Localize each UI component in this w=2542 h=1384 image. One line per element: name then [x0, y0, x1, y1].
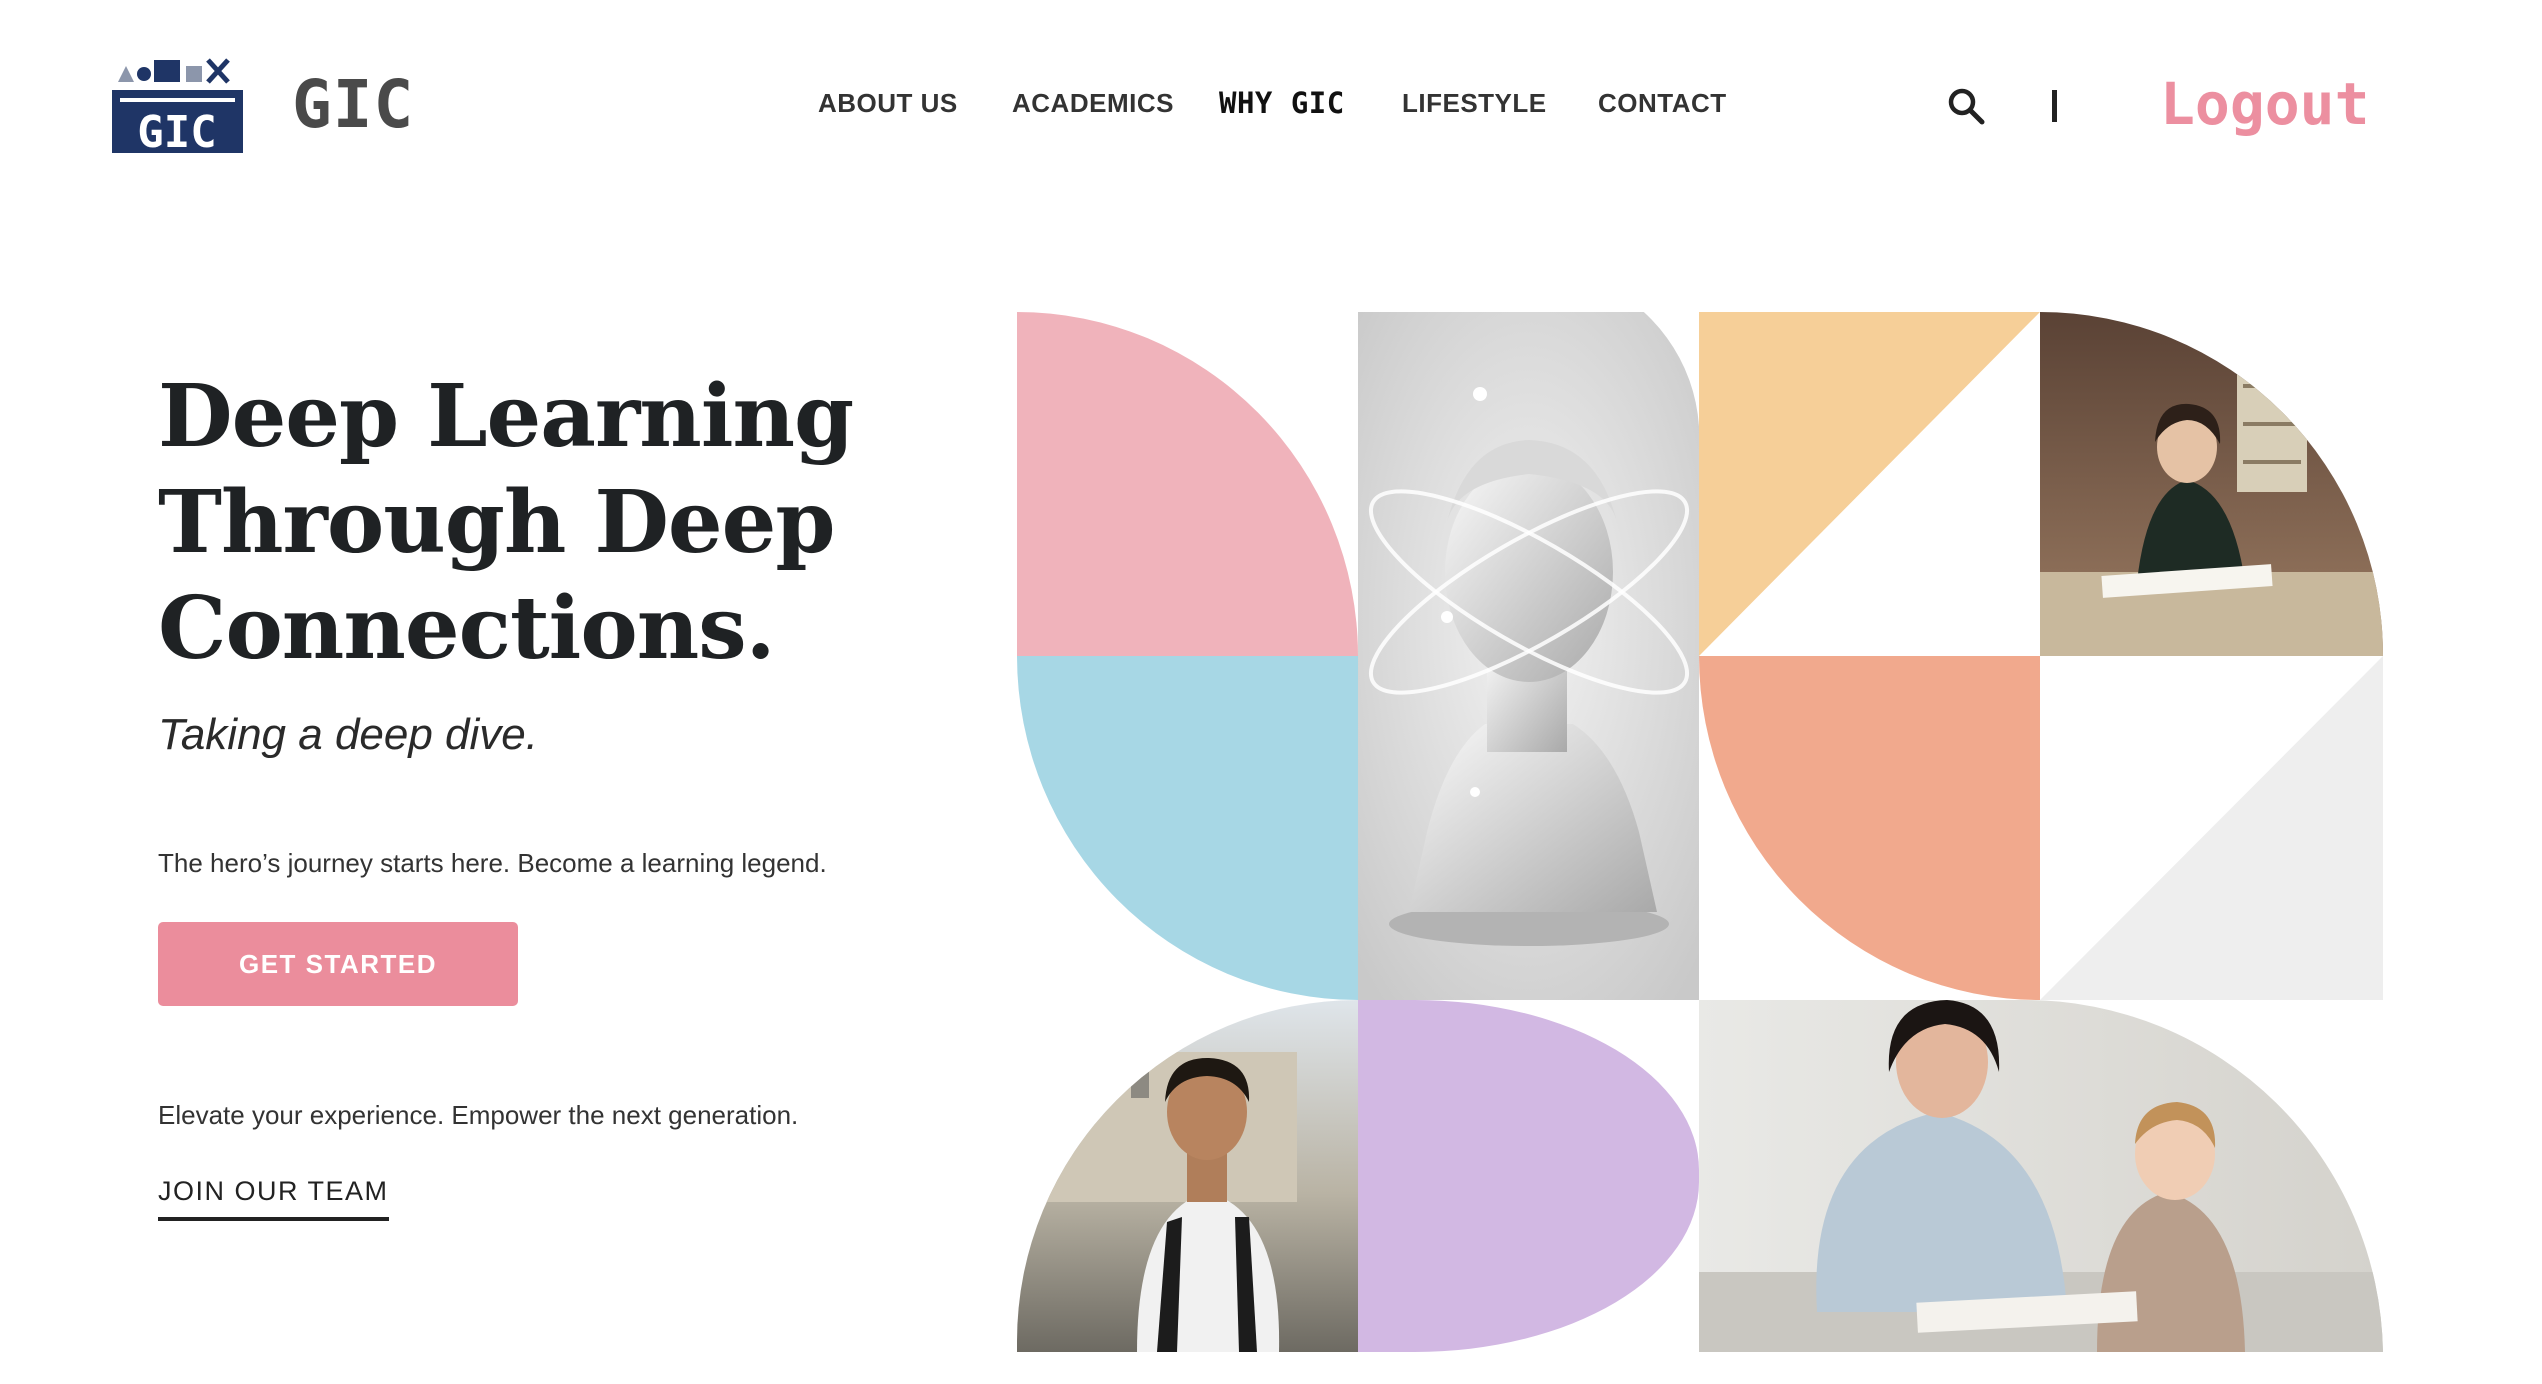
statue-bust-image: [1358, 312, 1699, 1000]
nav-why-gic[interactable]: WHY GIC: [1219, 86, 1345, 120]
logout-button[interactable]: Logout: [2160, 70, 2370, 138]
hero-description: The hero’s journey starts here. Become a…: [158, 848, 827, 878]
hero-title-line-1: Deep Learning: [158, 366, 854, 467]
nav-about-us[interactable]: ABOUT US: [818, 88, 958, 119]
blue-quarter-tile: [1017, 656, 1358, 1000]
search-icon[interactable]: [1946, 86, 1986, 126]
logo-text: GIC: [137, 107, 216, 157]
header-divider: [2052, 90, 2057, 122]
smiling-student-image: [1017, 1000, 1358, 1352]
get-started-button[interactable]: GET STARTED: [158, 922, 518, 1006]
nav-academics[interactable]: ACADEMICS: [1012, 88, 1174, 119]
gray-triangle-tile: [2040, 656, 2383, 1000]
secondary-text: Elevate your experience. Empower the nex…: [158, 1100, 799, 1130]
peach-triangle-tile: [1699, 312, 2040, 656]
nav-contact[interactable]: CONTACT: [1598, 88, 1727, 119]
hero-subtitle: Taking a deep dive.: [158, 710, 538, 759]
hero-title-line-2: Through Deep: [158, 472, 835, 573]
mother-child-image: [1699, 1000, 2383, 1352]
join-our-team-link[interactable]: JOIN OUR TEAM: [158, 1176, 389, 1221]
gic-logo[interactable]: GIC: [110, 52, 245, 158]
brand-name[interactable]: GIC: [292, 66, 414, 143]
salmon-quarter-tile: [1699, 656, 2040, 1000]
hero-title: Deep Learning Through Deep Connections.: [158, 364, 854, 682]
hero-mosaic: [1017, 312, 2385, 1352]
hero-title-line-3: Connections.: [158, 578, 776, 679]
nav-lifestyle[interactable]: LIFESTYLE: [1402, 88, 1547, 119]
studying-student-image: [2040, 312, 2383, 656]
lavender-half-tile: [1358, 1000, 1699, 1352]
pink-quarter-tile: [1017, 312, 1358, 656]
